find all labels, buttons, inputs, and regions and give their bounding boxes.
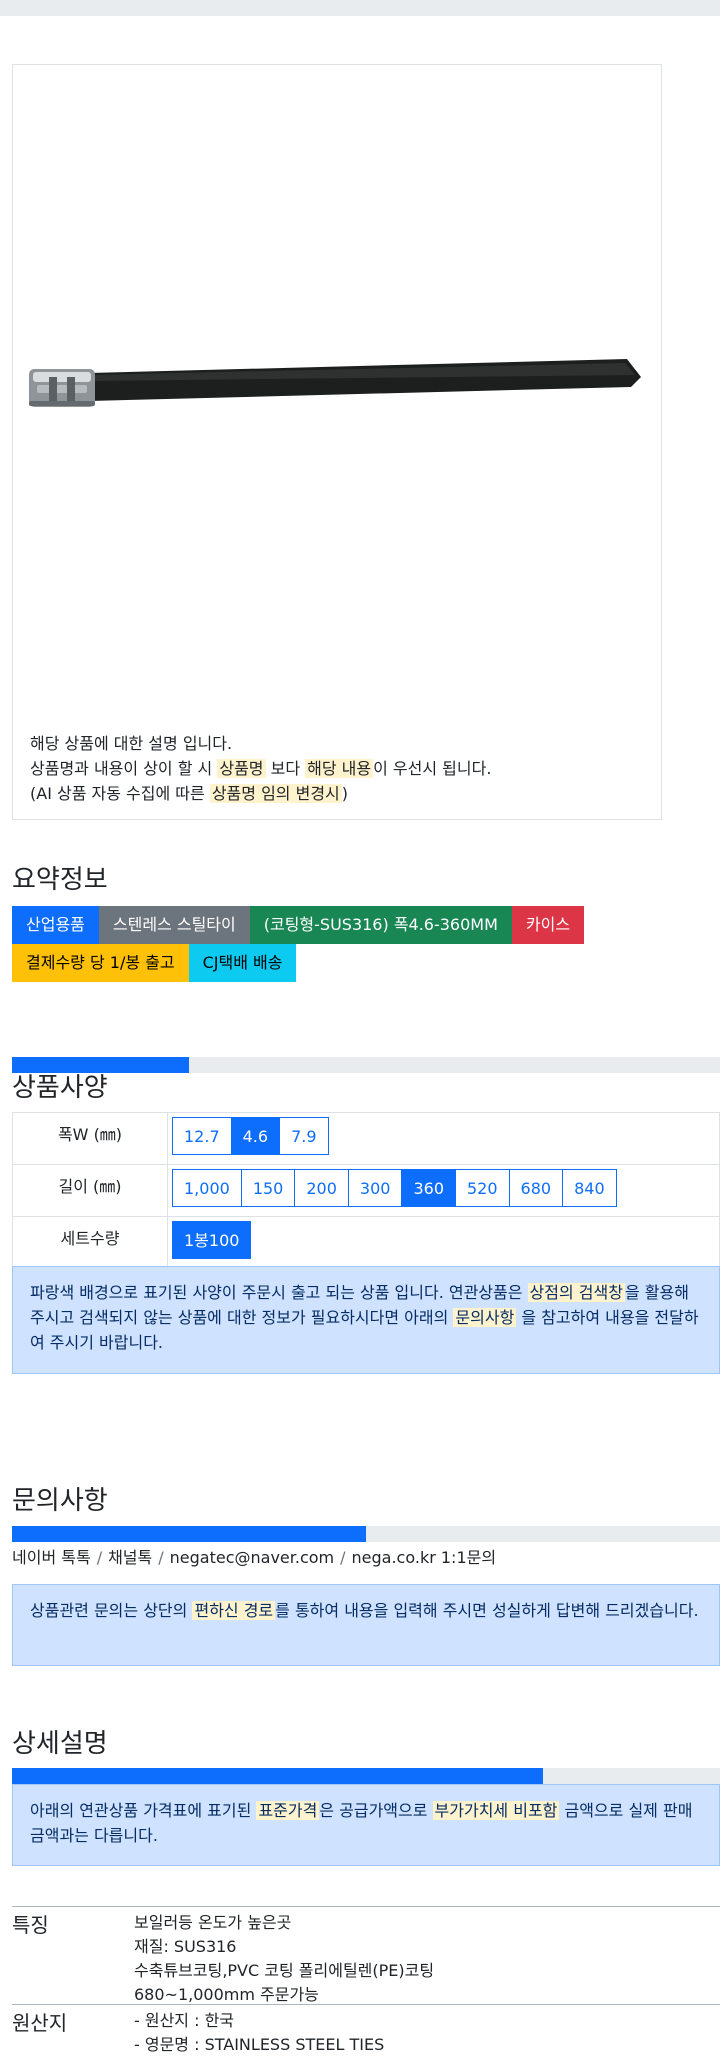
inquiry-notice-alert: 상품관련 문의는 상단의 편하신 경로 를 통하여 내용을 입력해 주시면 성실하… — [12, 1584, 720, 1666]
desc-text: 보다 — [265, 759, 306, 778]
badge-product-type[interactable]: 스텐레스 스틸타이 — [98, 906, 250, 944]
origin-values: - 원산지 : 한국 - 영문명 : STAINLESS STEEL TIES — [134, 2009, 384, 2057]
option-length-200[interactable]: 200 — [294, 1169, 349, 1207]
badge-order-unit: 결제수량 당 1/봉 출고 — [12, 944, 189, 982]
contact-links: 네이버 톡톡 / 채널톡 / negatec@naver.com / nega.co.kr … — [12, 1547, 496, 1569]
spec-label-length: 길이 (㎜) — [12, 1164, 168, 1217]
spec-row-width: 폭W (㎜) 12.7 4.6 7.9 — [12, 1112, 720, 1165]
origin-section: 원산지 - 원산지 : 한국 - 영문명 : STAINLESS STEEL T… — [12, 2004, 720, 2054]
contact-separator: / — [340, 1548, 346, 1567]
desc-highlight: 상품명 — [217, 759, 266, 778]
feature-values: 보일러등 온도가 높은곳 재질: SUS316 수축튜브코팅,PVC 코팅 폴리… — [134, 1911, 434, 2007]
page: 해당 상품에 대한 설명 입니다. 상품명과 내용이 상이 할 시 상품명 보다… — [0, 0, 720, 2054]
detail-progress-fill — [12, 1768, 543, 1784]
badge-shipping: CJ택배 배송 — [188, 944, 297, 982]
spec-title: 상품사양 — [12, 1073, 108, 1103]
notice-highlight-vat: 부가가치세 비포함 — [432, 1801, 560, 1820]
option-length-680[interactable]: 680 — [508, 1169, 564, 1207]
product-description: 해당 상품에 대한 설명 입니다. 상품명과 내용이 상이 할 시 상품명 보다… — [30, 731, 491, 806]
origin-line: - 원산지 : 한국 — [134, 2011, 235, 2030]
desc-text: 상품명과 내용이 상이 할 시 — [30, 759, 218, 778]
option-length-1000[interactable]: 1,000 — [172, 1169, 242, 1207]
contact-email[interactable]: negatec@naver.com — [170, 1548, 334, 1567]
feature-label: 특징 — [12, 1913, 49, 1937]
top-bar — [0, 0, 720, 16]
detail-title: 상세설명 — [12, 1729, 108, 1759]
option-length-150[interactable]: 150 — [240, 1169, 296, 1207]
contact-separator: / — [96, 1548, 103, 1567]
notice-text: 아래의 연관상품 가격표에 표기된 — [30, 1801, 257, 1820]
feature-line: 수축튜브코팅,PVC 코팅 폴리에틸렌(PE)코팅 — [134, 1961, 435, 1980]
spec-table: 폭W (㎜) 12.7 4.6 7.9 길이 (㎜) 1,000 150 200… — [12, 1112, 720, 1269]
badge-category[interactable]: 산업용품 — [12, 906, 99, 944]
cable-tie-image — [29, 359, 641, 407]
badge-product-name[interactable]: (코팅형-SUS316) 폭4.6-360MM — [249, 906, 512, 944]
option-width-7-9[interactable]: 7.9 — [279, 1117, 329, 1155]
product-image-box: 해당 상품에 대한 설명 입니다. 상품명과 내용이 상이 할 시 상품명 보다… — [12, 64, 662, 820]
contact-naver-talk[interactable]: 네이버 톡톡 — [12, 1548, 91, 1567]
spec-label-set-qty: 세트수량 — [12, 1216, 168, 1269]
desc-text: (AI 상품 자동 수집에 따른 — [30, 784, 210, 803]
desc-text: ) — [341, 784, 349, 803]
option-length-840[interactable]: 840 — [562, 1169, 617, 1207]
option-length-520[interactable]: 520 — [455, 1169, 510, 1207]
contact-channel-talk[interactable]: 채널톡 — [108, 1548, 152, 1567]
summary-title: 요약정보 — [12, 865, 108, 895]
notice-highlight-route: 편하신 경로 — [192, 1601, 276, 1620]
summary-badges-row-1: 산업용품 스텐레스 스틸타이 (코팅형-SUS316) 폭4.6-360MM 카… — [12, 906, 585, 944]
spec-label-width: 폭W (㎜) — [12, 1112, 168, 1165]
badge-brand[interactable]: 카이스 — [511, 906, 585, 944]
contact-separator: / — [158, 1548, 164, 1567]
notice-highlight-inquiry: 문의사항 — [453, 1308, 517, 1327]
option-width-12-7[interactable]: 12.7 — [172, 1117, 232, 1155]
feature-line: 재질: SUS316 — [134, 1937, 237, 1956]
option-length-300[interactable]: 300 — [347, 1169, 403, 1207]
contact-website-inquiry[interactable]: nega.co.kr 1:1문의 — [352, 1548, 497, 1567]
notice-text: 를 통하여 내용을 입력해 주시면 성실하게 답변해 드리겠습니다. — [275, 1601, 699, 1620]
feature-line: 보일러등 온도가 높은곳 — [134, 1913, 292, 1932]
summary-badges-row-2: 결제수량 당 1/봉 출고 CJ택배 배송 — [12, 944, 297, 982]
origin-line: - 영문명 : STAINLESS STEEL TIES — [134, 2035, 385, 2054]
feature-section: 특징 보일러등 온도가 높은곳 재질: SUS316 수축튜브코팅,PVC 코팅… — [12, 1906, 720, 2005]
inquiry-title: 문의사항 — [12, 1486, 108, 1516]
desc-line-1: 해당 상품에 대한 설명 입니다. — [30, 734, 233, 753]
spec-progress-bar — [12, 1057, 720, 1073]
spec-row-set-qty: 세트수량 1봉100 — [12, 1216, 720, 1269]
detail-notice-alert: 아래의 연관상품 가격표에 표기된 표준가격 은 공급가액으로 부가가치세 비포함… — [12, 1784, 720, 1866]
notice-text: 파랑색 배경으로 표기된 사양이 주문시 출고 되는 상품 입니다. 연관상품은 — [30, 1283, 528, 1302]
option-length-360[interactable]: 360 — [401, 1169, 456, 1207]
notice-text: 상품관련 문의는 상단의 — [30, 1601, 193, 1620]
notice-text: 은 공급가액으로 — [319, 1801, 433, 1820]
desc-line-2: 상품명과 내용이 상이 할 시 상품명 보다 해당 내용 이 우선시 됩니다. — [30, 756, 491, 781]
spec-notice-alert: 파랑색 배경으로 표기된 사양이 주문시 출고 되는 상품 입니다. 연관상품은… — [12, 1266, 720, 1374]
desc-highlight: 해당 내용 — [305, 759, 374, 778]
spec-progress-fill — [12, 1057, 189, 1073]
spec-options-width: 12.7 4.6 7.9 — [167, 1112, 720, 1165]
desc-highlight: 상품명 임의 변경시 — [209, 784, 342, 803]
spec-options-length: 1,000 150 200 300 360 520 680 840 — [167, 1164, 720, 1217]
notice-highlight-search: 상점의 검색창 — [527, 1283, 625, 1302]
notice-highlight-standard-price: 표준가격 — [256, 1801, 320, 1820]
inquiry-progress-bar — [12, 1526, 720, 1542]
option-width-4-6[interactable]: 4.6 — [230, 1117, 281, 1155]
desc-line-3: (AI 상품 자동 수집에 따른 상품명 임의 변경시) — [30, 781, 491, 806]
spec-row-length: 길이 (㎜) 1,000 150 200 300 360 520 680 840 — [12, 1164, 720, 1217]
spec-options-set-qty: 1봉100 — [167, 1216, 720, 1269]
desc-text: 이 우선시 됩니다. — [373, 759, 492, 778]
inquiry-progress-fill — [12, 1526, 366, 1542]
detail-progress-bar — [12, 1768, 720, 1784]
option-set-qty-100[interactable]: 1봉100 — [172, 1221, 252, 1259]
